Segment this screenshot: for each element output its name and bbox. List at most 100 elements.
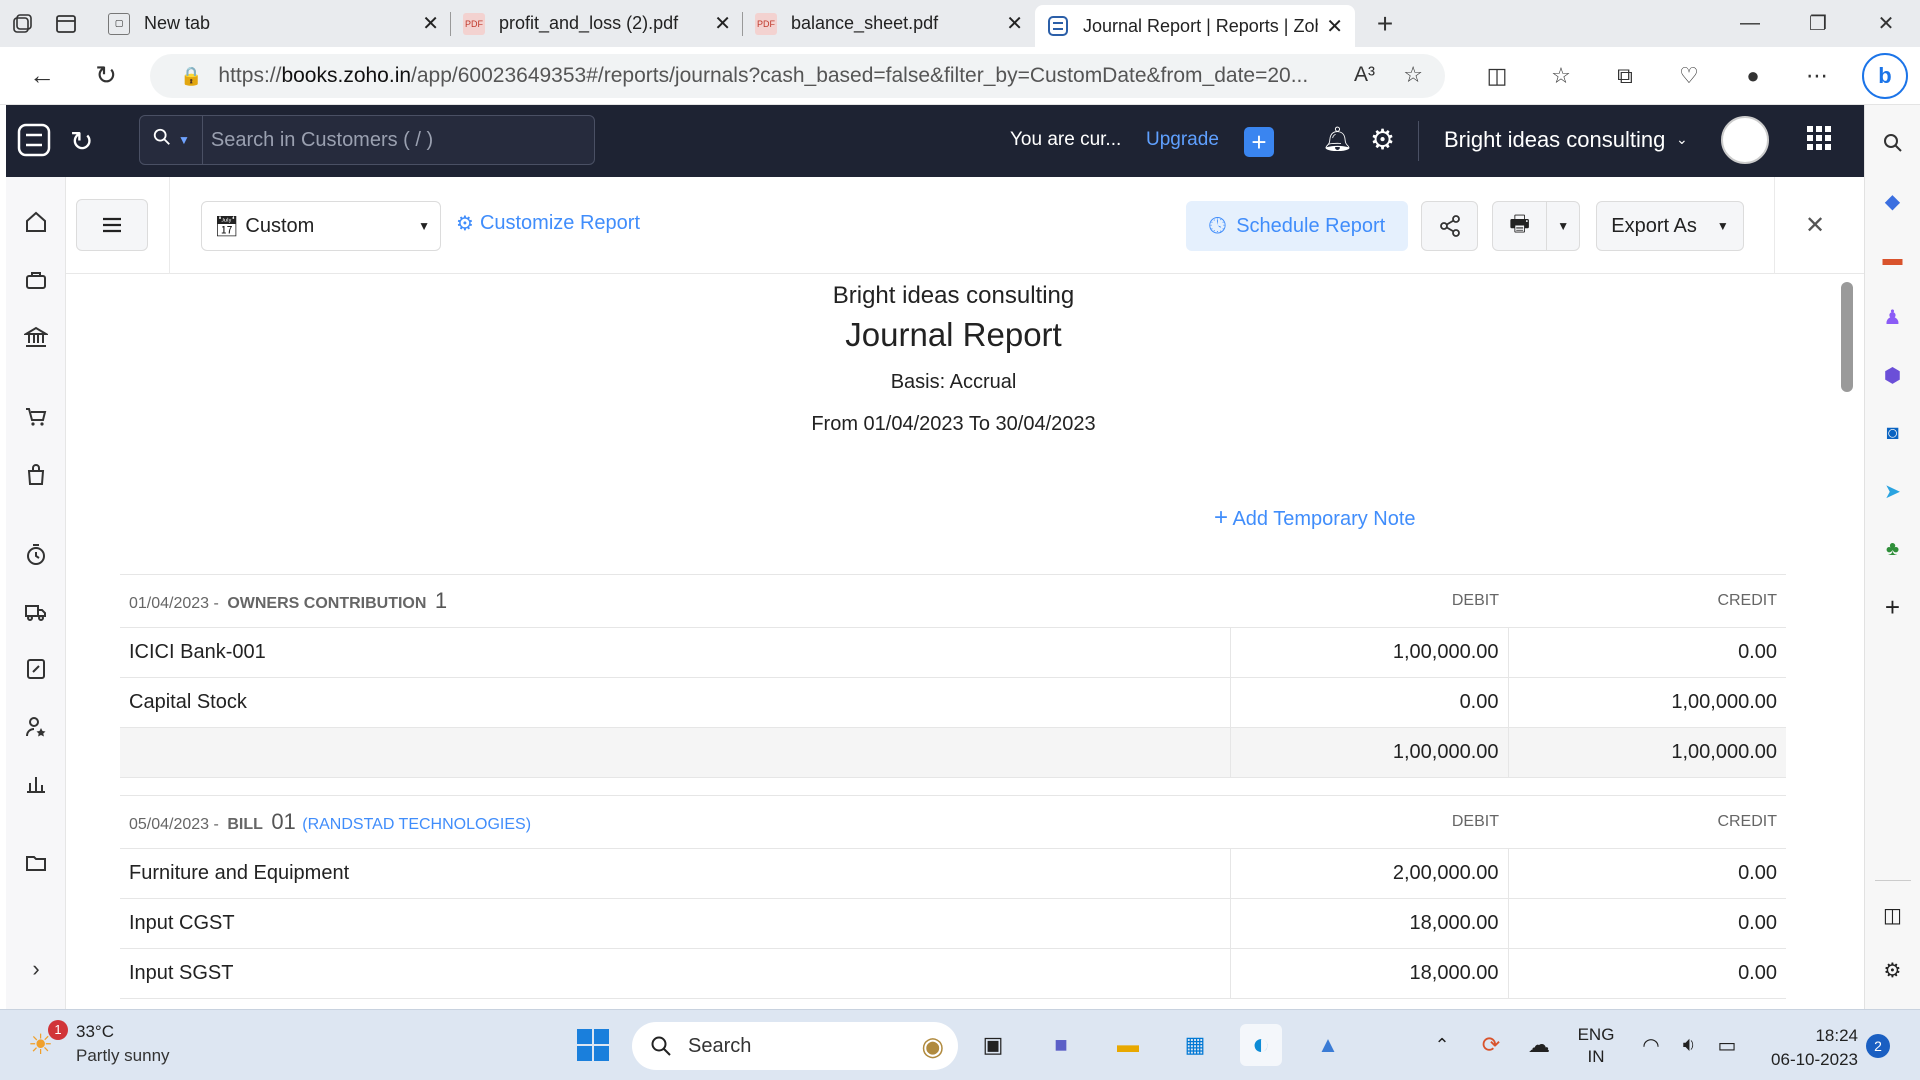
tab-new-tab[interactable]: ▢ New tab ✕ [96,0,451,47]
export-as-label: Export As [1611,214,1697,237]
sales-cart-icon[interactable] [6,397,66,437]
show-hidden-icons-chevron-icon[interactable]: ⌃ [1421,1024,1463,1066]
schedule-report-button[interactable]: 🕓︎ Schedule Report [1186,201,1408,251]
report-menu-button[interactable] [76,199,148,251]
close-tab-icon[interactable]: ✕ [422,11,439,36]
clock-icon: 🕓︎ [1208,213,1227,238]
search-bar[interactable]: ▼ Search in Customers ( / ) [139,115,595,165]
workspaces-icon[interactable] [0,0,44,47]
zoho-books-logo-icon[interactable] [16,122,52,163]
minimize-icon[interactable]: — [1716,0,1784,47]
favorites-icon[interactable]: ☆ [1529,47,1593,105]
recent-activity-icon[interactable]: ↻ [70,125,93,158]
edge-browser-icon[interactable]: ◐ [1240,1024,1282,1066]
apps-grid-icon[interactable] [1806,125,1832,156]
wifi-icon[interactable]: ◠ [1630,1024,1672,1066]
games-icon[interactable]: ♟ [1873,297,1913,337]
report-title: Journal Report [845,316,1062,353]
time-tracking-icon[interactable] [6,535,66,575]
banking-icon[interactable] [6,317,66,357]
close-tab-icon[interactable]: ✕ [1006,11,1023,36]
sync-icon[interactable]: ⟳ [1470,1024,1512,1066]
battery-icon[interactable]: ▭ [1706,1024,1748,1066]
windows-start-icon[interactable] [572,1024,614,1066]
search-input[interactable]: Search in Customers ( / ) [211,129,433,152]
file-explorer-icon[interactable]: ▬ [1107,1024,1149,1066]
taskbar-search[interactable]: Search ◉ [632,1022,958,1070]
close-tab-icon[interactable]: ✕ [714,11,731,36]
add-sidebar-app-icon[interactable]: + [1873,587,1913,627]
upgrade-link[interactable]: Upgrade [1146,129,1219,151]
entry-number[interactable]: 01 [271,809,295,834]
report-scrollbar[interactable] [1841,282,1853,392]
gst-filing-icon[interactable] [6,649,66,689]
more-menu-icon[interactable]: ⋯ [1785,47,1849,105]
tab-journal-report[interactable]: Journal Report | Reports | Zoho B ✕ [1035,5,1355,47]
purchases-bag-icon[interactable] [6,455,66,495]
microsoft-365-icon[interactable]: ⬢ [1873,355,1913,395]
eway-bill-truck-icon[interactable] [6,592,66,632]
share-button[interactable] [1421,201,1478,251]
favorite-star-icon[interactable]: ☆ [1403,62,1423,88]
url-rest: /app/60023649353#/reports/journals?cash_… [411,64,1309,87]
back-icon[interactable]: ← [10,47,74,105]
caret-down-icon[interactable]: ▼ [1547,219,1579,233]
add-temporary-note-link[interactable]: + Add Temporary Note [1214,504,1416,532]
restore-icon[interactable]: ❐ [1784,0,1852,47]
bing-copilot-icon[interactable]: b [1862,53,1908,99]
tab-profit-and-loss[interactable]: PDF profit_and_loss (2).pdf ✕ [451,0,743,47]
chevron-down-icon[interactable]: ⌄ [1676,131,1688,148]
bell-icon[interactable]: 🔔︎ [1322,125,1352,154]
collections-icon[interactable]: ⧉ [1593,47,1657,105]
close-report-icon[interactable]: ✕ [1805,211,1825,240]
tab-balance-sheet[interactable]: PDF balance_sheet.pdf ✕ [743,0,1035,47]
clock[interactable]: 18:24 06-10-2023 [1752,1024,1858,1072]
language-indicator[interactable]: ENG IN [1570,1024,1622,1068]
teams-chat-icon[interactable]: ■ [1040,1024,1082,1066]
task-view-icon[interactable]: ▣ [972,1024,1014,1066]
photos-icon[interactable]: ▲ [1307,1024,1349,1066]
search-icon[interactable] [152,127,172,153]
entry-party-link[interactable]: (RANDSTAD TECHNOLOGIES) [302,816,531,833]
tab-actions-icon[interactable] [44,0,88,47]
close-window-icon[interactable]: ✕ [1852,0,1920,47]
organization-switcher[interactable]: Bright ideas consulting [1444,127,1665,153]
volume-icon[interactable]: 🔉︎ [1668,1024,1710,1066]
expand-nav-chevron-icon[interactable]: › [6,949,66,989]
entry-number[interactable]: 1 [435,588,447,613]
outlook-icon[interactable]: ◙ [1873,413,1913,453]
quick-create-button[interactable]: + [1244,127,1274,157]
read-aloud-icon[interactable]: A³ [1354,63,1375,87]
reports-chart-icon[interactable] [6,763,66,803]
onedrive-cloud-icon[interactable]: ☁ [1518,1024,1560,1066]
accountant-icon[interactable] [6,707,66,747]
telegram-icon[interactable]: ➤ [1873,471,1913,511]
entry-header: 01/04/2023 - OWNERS CONTRIBUTION 1 [120,574,1230,628]
hide-sidebar-icon[interactable]: ◫ [1873,895,1913,935]
documents-folder-icon[interactable] [6,843,66,883]
tree-icon[interactable]: ♣ [1873,529,1913,569]
new-tab-plus-icon[interactable]: + [1363,0,1407,47]
avatar[interactable] [1721,116,1769,164]
gear-icon[interactable]: ⚙ [1370,123,1395,156]
customize-report-link[interactable]: ⚙ Customize Report [456,211,640,236]
shopping-tag-icon[interactable]: ◆ [1873,181,1913,221]
split-screen-icon[interactable]: ◫ [1465,47,1529,105]
search-icon[interactable] [1873,123,1913,163]
date-range-select[interactable]: 📅︎ Custom ▼ [201,201,441,251]
export-as-button[interactable]: Export As ▼ [1596,201,1744,251]
profile-icon[interactable]: ● [1721,47,1785,105]
weather-widget[interactable]: ☀ 1 33°C Partly sunny [26,1020,186,1072]
refresh-icon[interactable]: ↻ [74,47,138,105]
microsoft-store-icon[interactable]: ▦ [1174,1024,1216,1066]
print-button[interactable]: 🖶 ▼ [1492,201,1580,251]
items-icon[interactable] [6,260,66,300]
sidebar-settings-icon[interactable]: ⚙ [1873,950,1913,990]
home-icon[interactable] [6,202,66,242]
url-field[interactable]: 🔒 https://books.zoho.in/app/60023649353#… [150,54,1445,98]
tools-icon[interactable]: ▬ [1873,239,1913,279]
browser-essentials-icon[interactable]: ♡ [1657,47,1721,105]
chevron-down-icon[interactable]: ▼ [178,133,190,147]
notification-badge[interactable]: 2 [1866,1034,1890,1058]
close-tab-icon[interactable]: ✕ [1326,14,1343,39]
